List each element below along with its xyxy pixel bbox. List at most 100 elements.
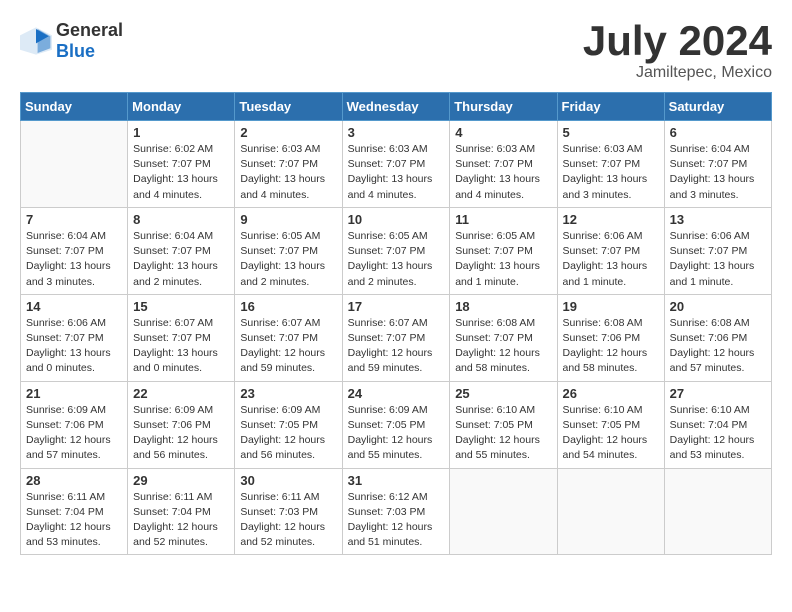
calendar-cell [557, 468, 664, 555]
day-info: Sunrise: 6:06 AM Sunset: 7:07 PM Dayligh… [26, 316, 122, 377]
weekday-header: Saturday [664, 93, 771, 121]
day-number: 23 [240, 386, 336, 401]
calendar-cell [450, 468, 557, 555]
day-info: Sunrise: 6:07 AM Sunset: 7:07 PM Dayligh… [348, 316, 445, 377]
day-number: 18 [455, 299, 551, 314]
calendar-cell: 21 Sunrise: 6:09 AM Sunset: 7:06 PM Dayli… [21, 381, 128, 468]
day-number: 12 [563, 212, 659, 227]
weekday-header: Sunday [21, 93, 128, 121]
day-info: Sunrise: 6:11 AM Sunset: 7:04 PM Dayligh… [26, 490, 122, 551]
day-info: Sunrise: 6:09 AM Sunset: 7:06 PM Dayligh… [133, 403, 229, 464]
day-info: Sunrise: 6:03 AM Sunset: 7:07 PM Dayligh… [455, 142, 551, 203]
day-number: 19 [563, 299, 659, 314]
day-number: 31 [348, 473, 445, 488]
day-info: Sunrise: 6:03 AM Sunset: 7:07 PM Dayligh… [240, 142, 336, 203]
day-number: 26 [563, 386, 659, 401]
logo-general: General [56, 20, 123, 40]
day-info: Sunrise: 6:11 AM Sunset: 7:03 PM Dayligh… [240, 490, 336, 551]
calendar-week-row: 21 Sunrise: 6:09 AM Sunset: 7:06 PM Dayli… [21, 381, 772, 468]
day-info: Sunrise: 6:09 AM Sunset: 7:05 PM Dayligh… [348, 403, 445, 464]
calendar-week-row: 7Sunrise: 6:04 AM Sunset: 7:07 PM Daylig… [21, 207, 772, 294]
calendar-cell: 8Sunrise: 6:04 AM Sunset: 7:07 PM Daylig… [128, 207, 235, 294]
day-info: Sunrise: 6:05 AM Sunset: 7:07 PM Dayligh… [240, 229, 336, 290]
calendar-cell: 26 Sunrise: 6:10 AM Sunset: 7:05 PM Dayli… [557, 381, 664, 468]
day-number: 14 [26, 299, 122, 314]
logo-blue: Blue [56, 41, 95, 61]
logo: General Blue [20, 20, 123, 62]
calendar-cell: 17 Sunrise: 6:07 AM Sunset: 7:07 PM Dayli… [342, 294, 450, 381]
location-title: Jamiltepec, Mexico [583, 64, 772, 82]
day-info: Sunrise: 6:07 AM Sunset: 7:07 PM Dayligh… [240, 316, 336, 377]
day-number: 6 [670, 125, 766, 140]
day-info: Sunrise: 6:08 AM Sunset: 7:06 PM Dayligh… [670, 316, 766, 377]
title-block: July 2024 Jamiltepec, Mexico [583, 20, 772, 82]
day-number: 28 [26, 473, 122, 488]
calendar-cell: 18Sunrise: 6:08 AM Sunset: 7:07 PM Dayli… [450, 294, 557, 381]
calendar-cell: 28 Sunrise: 6:11 AM Sunset: 7:04 PM Dayli… [21, 468, 128, 555]
calendar-cell: 22Sunrise: 6:09 AM Sunset: 7:06 PM Dayli… [128, 381, 235, 468]
weekday-header: Tuesday [235, 93, 342, 121]
calendar-cell: 1 Sunrise: 6:02 AM Sunset: 7:07 PM Daylig… [128, 121, 235, 208]
calendar-cell: 11 Sunrise: 6:05 AM Sunset: 7:07 PM Dayli… [450, 207, 557, 294]
weekday-header: Thursday [450, 93, 557, 121]
calendar-cell: 19 Sunrise: 6:08 AM Sunset: 7:06 PM Dayli… [557, 294, 664, 381]
day-info: Sunrise: 6:10 AM Sunset: 7:05 PM Dayligh… [563, 403, 659, 464]
weekday-header: Wednesday [342, 93, 450, 121]
day-number: 3 [348, 125, 445, 140]
day-number: 9 [240, 212, 336, 227]
day-info: Sunrise: 6:05 AM Sunset: 7:07 PM Dayligh… [348, 229, 445, 290]
day-number: 21 [26, 386, 122, 401]
calendar-cell: 6 Sunrise: 6:04 AM Sunset: 7:07 PM Daylig… [664, 121, 771, 208]
day-info: Sunrise: 6:06 AM Sunset: 7:07 PM Dayligh… [670, 229, 766, 290]
calendar-cell [664, 468, 771, 555]
day-number: 11 [455, 212, 551, 227]
calendar-cell: 2 Sunrise: 6:03 AM Sunset: 7:07 PM Daylig… [235, 121, 342, 208]
day-number: 30 [240, 473, 336, 488]
calendar-cell: 23Sunrise: 6:09 AM Sunset: 7:05 PM Dayli… [235, 381, 342, 468]
page-header: General Blue July 2024 Jamiltepec, Mexic… [20, 20, 772, 82]
calendar-cell: 3 Sunrise: 6:03 AM Sunset: 7:07 PM Daylig… [342, 121, 450, 208]
day-info: Sunrise: 6:06 AM Sunset: 7:07 PM Dayligh… [563, 229, 659, 290]
weekday-header: Monday [128, 93, 235, 121]
calendar-cell: 5Sunrise: 6:03 AM Sunset: 7:07 PM Daylig… [557, 121, 664, 208]
day-info: Sunrise: 6:04 AM Sunset: 7:07 PM Dayligh… [26, 229, 122, 290]
day-info: Sunrise: 6:04 AM Sunset: 7:07 PM Dayligh… [670, 142, 766, 203]
day-info: Sunrise: 6:11 AM Sunset: 7:04 PM Dayligh… [133, 490, 229, 551]
calendar-cell: 25 Sunrise: 6:10 AM Sunset: 7:05 PM Dayli… [450, 381, 557, 468]
day-number: 1 [133, 125, 229, 140]
calendar-cell: 14 Sunrise: 6:06 AM Sunset: 7:07 PM Dayli… [21, 294, 128, 381]
calendar-cell: 27Sunrise: 6:10 AM Sunset: 7:04 PM Dayli… [664, 381, 771, 468]
day-info: Sunrise: 6:08 AM Sunset: 7:06 PM Dayligh… [563, 316, 659, 377]
calendar-week-row: 1 Sunrise: 6:02 AM Sunset: 7:07 PM Daylig… [21, 121, 772, 208]
calendar-cell: 29 Sunrise: 6:11 AM Sunset: 7:04 PM Dayli… [128, 468, 235, 555]
calendar-cell: 7Sunrise: 6:04 AM Sunset: 7:07 PM Daylig… [21, 207, 128, 294]
calendar-cell: 9 Sunrise: 6:05 AM Sunset: 7:07 PM Daylig… [235, 207, 342, 294]
calendar-cell: 4 Sunrise: 6:03 AM Sunset: 7:07 PM Daylig… [450, 121, 557, 208]
day-info: Sunrise: 6:03 AM Sunset: 7:07 PM Dayligh… [348, 142, 445, 203]
day-number: 15 [133, 299, 229, 314]
calendar-header-row: SundayMondayTuesdayWednesdayThursdayFrid… [21, 93, 772, 121]
calendar-cell: 24 Sunrise: 6:09 AM Sunset: 7:05 PM Dayli… [342, 381, 450, 468]
day-info: Sunrise: 6:03 AM Sunset: 7:07 PM Dayligh… [563, 142, 659, 203]
day-info: Sunrise: 6:07 AM Sunset: 7:07 PM Dayligh… [133, 316, 229, 377]
calendar-cell: 31Sunrise: 6:12 AM Sunset: 7:03 PM Dayli… [342, 468, 450, 555]
day-number: 29 [133, 473, 229, 488]
day-number: 27 [670, 386, 766, 401]
calendar-week-row: 28 Sunrise: 6:11 AM Sunset: 7:04 PM Dayli… [21, 468, 772, 555]
calendar-cell: 13Sunrise: 6:06 AM Sunset: 7:07 PM Dayli… [664, 207, 771, 294]
day-number: 2 [240, 125, 336, 140]
day-number: 4 [455, 125, 551, 140]
day-number: 24 [348, 386, 445, 401]
day-info: Sunrise: 6:09 AM Sunset: 7:06 PM Dayligh… [26, 403, 122, 464]
calendar-cell: 30 Sunrise: 6:11 AM Sunset: 7:03 PM Dayli… [235, 468, 342, 555]
calendar-cell: 20Sunrise: 6:08 AM Sunset: 7:06 PM Dayli… [664, 294, 771, 381]
day-info: Sunrise: 6:02 AM Sunset: 7:07 PM Dayligh… [133, 142, 229, 203]
day-number: 25 [455, 386, 551, 401]
logo-icon [20, 27, 52, 55]
day-info: Sunrise: 6:05 AM Sunset: 7:07 PM Dayligh… [455, 229, 551, 290]
day-number: 16 [240, 299, 336, 314]
day-info: Sunrise: 6:10 AM Sunset: 7:05 PM Dayligh… [455, 403, 551, 464]
calendar-cell: 10Sunrise: 6:05 AM Sunset: 7:07 PM Dayli… [342, 207, 450, 294]
day-number: 8 [133, 212, 229, 227]
day-number: 17 [348, 299, 445, 314]
